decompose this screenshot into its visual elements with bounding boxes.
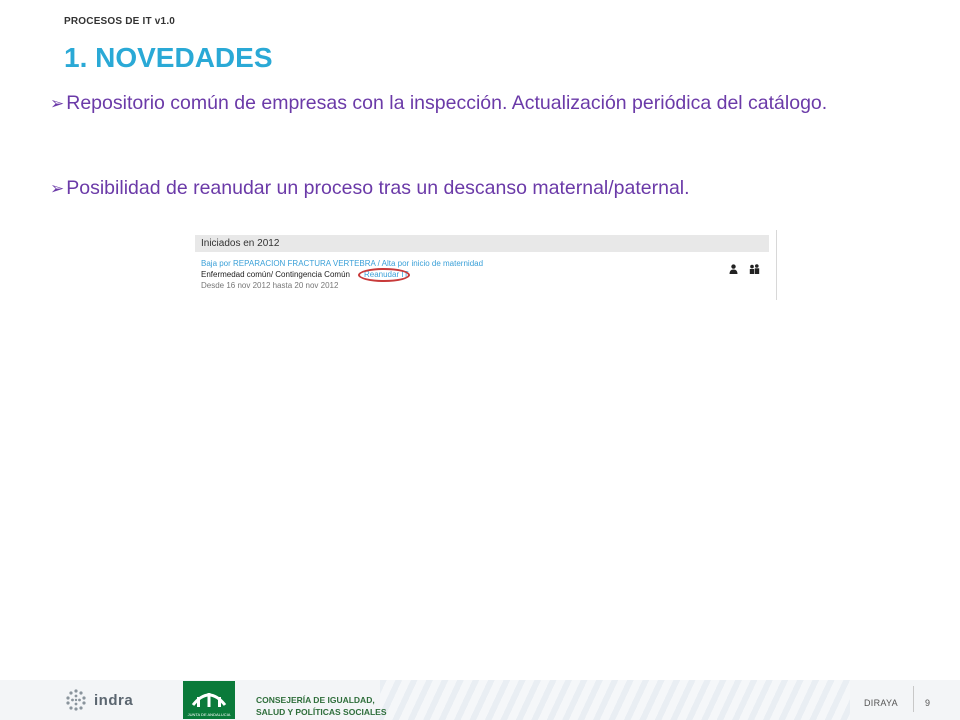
arrow-bullet-icon: ➢	[50, 94, 65, 113]
junta-emblem-icon	[191, 693, 227, 707]
process-link[interactable]: Baja por REPARACION FRACTURA VERTEBRA / …	[201, 259, 483, 268]
group-icon[interactable]	[749, 261, 760, 279]
consejeria-line-1: CONSEJERÍA DE IGUALDAD,	[256, 695, 375, 705]
indra-wordmark: indra	[94, 691, 134, 709]
highlight-ellipse	[358, 268, 410, 282]
page-number: 9	[925, 698, 931, 708]
consejeria-logo-text: CONSEJERÍA DE IGUALDAD, SALUD Y POLÍTICA…	[256, 694, 387, 718]
action-icons	[729, 261, 760, 279]
footer-divider	[913, 686, 914, 712]
footer: indra JUNTA DE ANDALUCIA CONSEJERÍA DE I…	[0, 680, 960, 720]
embedded-screenshot: Iniciados en 2012 Baja por REPARACION FR…	[195, 230, 777, 300]
bullet-text: Repositorio común de empresas con la ins…	[66, 92, 828, 114]
arrow-bullet-icon: ➢	[50, 179, 65, 198]
junta-andalucia-logo: JUNTA DE ANDALUCIA	[183, 681, 235, 719]
page-title: 1. NOVEDADES	[64, 42, 273, 73]
indra-dots-icon	[66, 689, 86, 711]
bullet-item: ➢ Posibilidad de reanudar un proceso tras…	[50, 174, 915, 203]
bullet-item: ➢ Repositorio común de empresas con la in…	[50, 89, 915, 118]
consejeria-line-2: SALUD Y POLÍTICAS SOCIALES	[256, 707, 387, 717]
person-icon[interactable]	[729, 261, 738, 279]
date-range: Desde 16 nov 2012 hasta 20 nov 2012	[201, 281, 339, 290]
document-label: PROCESOS DE IT v1.0	[64, 16, 176, 27]
section-header: Iniciados en 2012	[195, 235, 769, 252]
app-name: DIRAYA	[864, 698, 898, 708]
divider	[776, 230, 777, 300]
junta-label: JUNTA DE ANDALUCIA	[187, 712, 231, 717]
bullet-text: Posibilidad de reanudar un proceso tras …	[66, 177, 690, 199]
contingency-text: Enfermedad común/ Contingencia Común	[201, 270, 350, 279]
footer-pattern	[380, 680, 850, 720]
indra-logo: indra	[64, 688, 133, 712]
